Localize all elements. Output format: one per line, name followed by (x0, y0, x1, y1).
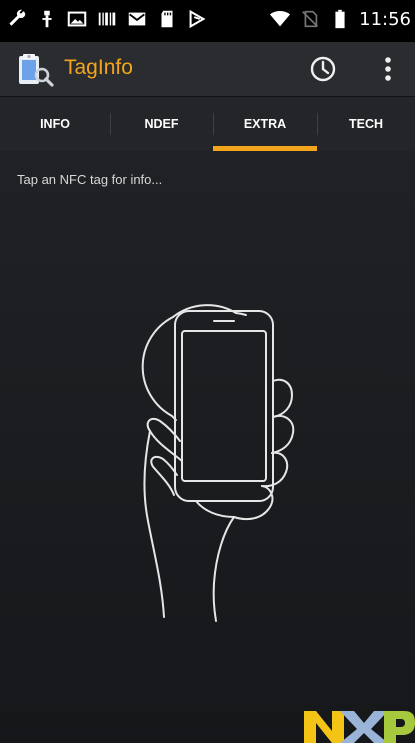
android-debug-icon (189, 9, 206, 29)
app-screen: 11:56 TagInfo INFO NDEF EXTRA TECH Tap a… (0, 0, 415, 743)
usb-debug-icon (42, 10, 52, 28)
history-icon[interactable] (308, 54, 338, 84)
tab-info-label: INFO (40, 117, 70, 131)
wifi-icon (270, 10, 291, 27)
battery-icon (335, 9, 345, 29)
mail-icon (128, 12, 146, 26)
action-bar: TagInfo (0, 42, 415, 96)
tab-extra[interactable]: EXTRA (213, 97, 317, 151)
tap-nfc-hint: Tap an NFC tag for info... (17, 172, 163, 187)
hand-holding-phone-illustration (141, 304, 295, 622)
tab-bar: INFO NDEF EXTRA TECH (0, 96, 415, 151)
nxp-logo (304, 711, 415, 743)
tab-tech-label: TECH (348, 117, 384, 131)
taginfo-app-icon (19, 54, 54, 87)
barcode-icon (98, 12, 116, 26)
tab-tech[interactable]: TECH (317, 97, 415, 151)
tab-ndef-label: NDEF (144, 117, 179, 131)
tab-ndef[interactable]: NDEF (110, 97, 213, 151)
wrench-icon (9, 9, 26, 26)
tab-info[interactable]: INFO (0, 97, 110, 151)
system-icons: 11:56 (269, 8, 411, 30)
status-bar: 11:56 (0, 0, 415, 42)
image-icon (67, 11, 87, 27)
overflow-menu-icon[interactable] (376, 54, 400, 84)
notification-icons (6, 8, 208, 30)
no-sim-icon (302, 10, 319, 28)
sd-card-icon (161, 10, 173, 28)
app-title: TagInfo (64, 56, 133, 79)
status-time: 11:56 (359, 8, 411, 30)
tab-extra-label: EXTRA (243, 117, 287, 131)
selected-tab-indicator (213, 146, 317, 151)
